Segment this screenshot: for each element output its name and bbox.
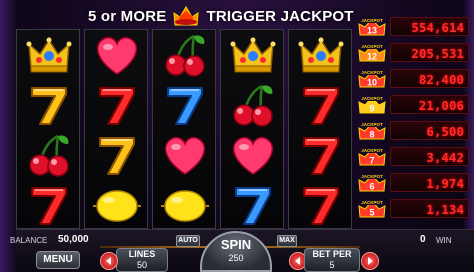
- menu-button[interactable]: MENU: [36, 251, 80, 269]
- jackpot-level-icon: JACKPOT 12: [357, 42, 387, 63]
- jackpot-level-icon: JACKPOT 6: [357, 172, 387, 193]
- jackpot-value: 1,974: [390, 173, 469, 192]
- seven-blue-icon: [153, 80, 217, 130]
- jackpot-trigger-banner: 5 or MORE TRIGGER JACKPOT: [88, 4, 353, 28]
- jackpot-badge-text: JACKPOT: [361, 148, 383, 153]
- jackpot-badge-text: JACKPOT: [361, 200, 383, 205]
- jackpot-value: 1,134: [390, 199, 469, 218]
- balance-label: BALANCE: [10, 236, 48, 245]
- jackpot-row: JACKPOT 7 3,442: [357, 146, 469, 167]
- jackpot-level-icon: JACKPOT 10: [357, 68, 387, 89]
- lines-decrease-icon[interactable]: [100, 252, 118, 270]
- crown-icon: [221, 30, 285, 80]
- seven-blue-icon: [221, 180, 285, 230]
- jackpot-row: JACKPOT 12 205,531: [357, 42, 469, 63]
- banner-left-text: 5 or MORE: [88, 7, 167, 25]
- jackpot-ladder: JACKPOT 13 554,614 JACKPOT 12 205,531 JA…: [357, 16, 469, 226]
- bet-per-value: 5: [329, 260, 335, 270]
- spin-label: SPIN: [220, 237, 252, 252]
- jackpot-level-number: 6: [369, 182, 374, 192]
- jackpot-value: 554,614: [390, 17, 469, 36]
- jackpot-row: JACKPOT 13 554,614: [357, 16, 469, 37]
- jackpot-badge-icon: [172, 5, 200, 27]
- jackpot-level-icon: JACKPOT 7: [357, 146, 387, 167]
- heart-icon: [85, 30, 149, 80]
- jackpot-row: JACKPOT 8 6,500: [357, 120, 469, 141]
- seven-red-icon: [289, 180, 353, 230]
- auto-spin-button[interactable]: AUTO: [176, 235, 200, 247]
- reel-1: [16, 29, 80, 229]
- crown-icon: [289, 30, 353, 80]
- cherries-icon: [221, 80, 285, 130]
- lines-value: 50: [136, 260, 147, 270]
- heart-icon: [153, 130, 217, 180]
- seven-red-icon: [289, 130, 353, 180]
- jackpot-badge-text: JACKPOT: [361, 70, 383, 75]
- win-value: 0: [420, 234, 426, 245]
- jackpot-level-icon: JACKPOT 9: [357, 94, 387, 115]
- jackpot-level-icon: JACKPOT 8: [357, 120, 387, 141]
- jackpot-level-icon: JACKPOT 5: [357, 198, 387, 219]
- jackpot-value: 6,500: [390, 121, 469, 140]
- slot-machine-screen: 5 or MORE TRIGGER JACKPOT JACKPOT 13 554…: [0, 0, 474, 272]
- bet-increase-icon[interactable]: [361, 252, 379, 270]
- reel-4: [220, 29, 284, 229]
- lemon-icon: [85, 180, 149, 230]
- reel-area: [16, 29, 352, 229]
- jackpot-value: 21,006: [390, 95, 469, 114]
- jackpot-row: JACKPOT 9 21,006: [357, 94, 469, 115]
- jackpot-badge-text: JACKPOT: [361, 96, 383, 101]
- jackpot-badge-text: JACKPOT: [361, 44, 383, 49]
- seven-yellow-icon: [85, 130, 149, 180]
- jackpot-badge-text: JACKPOT: [361, 18, 383, 23]
- reel-2: [84, 29, 148, 229]
- spin-bet-value: 250: [228, 253, 244, 263]
- max-bet-button[interactable]: MAX: [277, 235, 297, 247]
- banner-right-text: TRIGGER JACKPOT: [206, 7, 354, 25]
- left-frame: [0, 0, 16, 272]
- seven-red-icon: [17, 180, 81, 230]
- jackpot-level-number: 12: [367, 52, 377, 62]
- jackpot-level-number: 5: [369, 208, 374, 218]
- jackpot-level-number: 10: [367, 78, 377, 88]
- win-label: WIN: [436, 236, 452, 245]
- cherries-icon: [153, 30, 217, 80]
- jackpot-row: JACKPOT 6 1,974: [357, 172, 469, 193]
- jackpot-level-number: 13: [367, 26, 377, 36]
- balance-value: 50,000: [58, 234, 89, 245]
- jackpot-level-icon: JACKPOT 13: [357, 16, 387, 37]
- jackpot-badge-text: JACKPOT: [361, 122, 383, 127]
- jackpot-badge-text: JACKPOT: [361, 174, 383, 179]
- seven-yellow-icon: [17, 80, 81, 130]
- jackpot-value: 3,442: [390, 147, 469, 166]
- crown-icon: [17, 30, 81, 80]
- jackpot-row: JACKPOT 10 82,400: [357, 68, 469, 89]
- jackpot-level-number: 7: [369, 156, 374, 166]
- lines-selector[interactable]: LINES 50: [116, 248, 168, 272]
- jackpot-level-number: 8: [369, 130, 374, 140]
- jackpot-value: 82,400: [390, 69, 469, 88]
- bet-per-label: BET PER: [312, 249, 352, 259]
- seven-red-icon: [85, 80, 149, 130]
- jackpot-level-number: 9: [369, 104, 374, 114]
- spin-button[interactable]: SPIN 250: [200, 231, 272, 272]
- reel-5: [288, 29, 352, 229]
- jackpot-value: 205,531: [390, 43, 469, 62]
- jackpot-row: JACKPOT 5 1,134: [357, 198, 469, 219]
- seven-red-icon: [289, 80, 353, 130]
- heart-icon: [221, 130, 285, 180]
- reel-3: [152, 29, 216, 229]
- cherries-icon: [17, 130, 81, 180]
- lemon-icon: [153, 180, 217, 230]
- bet-per-selector[interactable]: BET PER 5: [304, 248, 360, 272]
- lines-label: LINES: [128, 249, 156, 259]
